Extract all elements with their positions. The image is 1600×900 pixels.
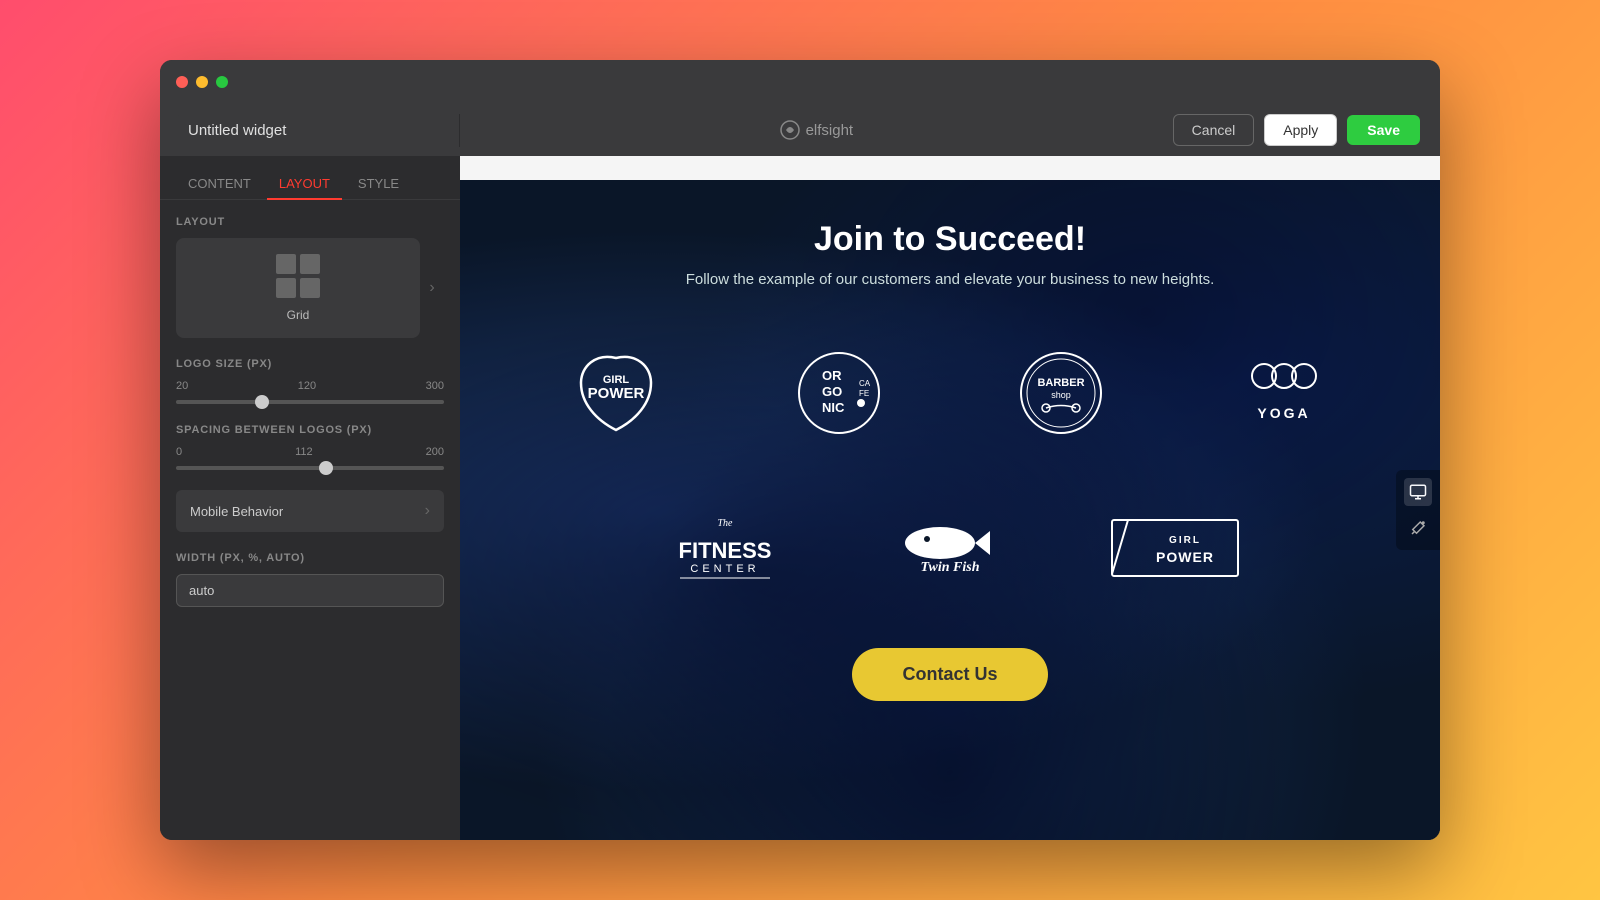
logo-size-max: 300 bbox=[426, 380, 444, 392]
width-section: WIDTH (PX, %, AUTO) auto bbox=[176, 552, 444, 607]
svg-text:FE: FE bbox=[859, 389, 869, 398]
elfsight-icon bbox=[780, 120, 800, 140]
svg-text:POWER: POWER bbox=[588, 385, 645, 402]
mobile-behavior-row[interactable]: Mobile Behavior › bbox=[176, 490, 444, 532]
main-area: CONTENT LAYOUT STYLE LAYOUT bbox=[160, 156, 1440, 840]
logo-yoga: YOGA bbox=[1188, 328, 1381, 458]
layout-section: LAYOUT Grid › bbox=[176, 216, 444, 338]
tab-style[interactable]: STYLE bbox=[346, 168, 411, 199]
spacing-section: SPACING BETWEEN LOGOS (PX) 0 112 200 bbox=[176, 424, 444, 470]
spacing-track[interactable] bbox=[176, 466, 444, 470]
elfsight-logo: elfsight bbox=[780, 120, 854, 140]
logos-row2: The FITNESS CENTER bbox=[628, 488, 1273, 608]
grid-cell bbox=[276, 254, 296, 274]
sidebar: CONTENT LAYOUT STYLE LAYOUT bbox=[160, 156, 460, 840]
apply-button[interactable]: Apply bbox=[1264, 114, 1337, 146]
svg-text:YOGA: YOGA bbox=[1257, 405, 1310, 421]
spacing-max: 200 bbox=[426, 446, 444, 458]
layout-next-arrow[interactable]: › bbox=[420, 279, 444, 297]
preview-subtitle: Follow the example of our customers and … bbox=[686, 271, 1215, 288]
svg-text:Twin Fish: Twin Fish bbox=[920, 560, 979, 575]
logo-twin-fish: Twin Fish bbox=[853, 488, 1048, 608]
layout-options-container: Grid › bbox=[176, 238, 444, 338]
barber-shop-logo-svg: BARBER shop bbox=[1016, 348, 1106, 438]
width-label: WIDTH (PX, %, AUTO) bbox=[176, 552, 444, 564]
girl-power-rect-logo-svg: GIRL POWER bbox=[1110, 518, 1240, 578]
svg-text:OR: OR bbox=[822, 368, 842, 383]
layout-section-label: LAYOUT bbox=[176, 216, 444, 228]
tab-layout[interactable]: LAYOUT bbox=[267, 168, 342, 199]
svg-text:GO: GO bbox=[822, 384, 842, 399]
minimize-button[interactable] bbox=[196, 76, 208, 88]
maximize-button[interactable] bbox=[216, 76, 228, 88]
sidebar-tabs: CONTENT LAYOUT STYLE bbox=[160, 156, 460, 200]
close-button[interactable] bbox=[176, 76, 188, 88]
tab-content[interactable]: CONTENT bbox=[176, 168, 263, 199]
width-input[interactable]: auto bbox=[176, 574, 444, 607]
mobile-behavior-arrow: › bbox=[425, 502, 430, 520]
svg-text:GIRL: GIRL bbox=[1169, 535, 1201, 546]
spacing-min: 0 bbox=[176, 446, 182, 458]
spacing-range-labels: 0 112 200 bbox=[176, 446, 444, 458]
grid-layout-label: Grid bbox=[287, 308, 310, 322]
spacing-thumb[interactable] bbox=[319, 461, 333, 475]
yoga-logo-svg: YOGA bbox=[1229, 348, 1339, 438]
logo-girl-power-rect: GIRL POWER bbox=[1078, 488, 1273, 608]
twin-fish-logo-svg: Twin Fish bbox=[885, 513, 1015, 583]
preview-area: Join to Succeed! Follow the example of o… bbox=[460, 156, 1440, 840]
svg-text:CA: CA bbox=[859, 379, 871, 388]
svg-text:CENTER: CENTER bbox=[690, 563, 759, 575]
girl-power-logo-svg: GIRL POWER bbox=[561, 348, 671, 438]
preview-title: Join to Succeed! bbox=[814, 220, 1086, 259]
svg-text:POWER: POWER bbox=[1156, 549, 1214, 565]
grid-cell bbox=[300, 254, 320, 274]
cancel-button[interactable]: Cancel bbox=[1173, 114, 1255, 146]
sidebar-content: LAYOUT Grid › bbox=[160, 200, 460, 840]
svg-text:The: The bbox=[718, 518, 734, 529]
traffic-lights bbox=[176, 76, 228, 88]
contact-button[interactable]: Contact Us bbox=[852, 648, 1047, 701]
preview-white-bar bbox=[460, 156, 1440, 180]
preview-content: Join to Succeed! Follow the example of o… bbox=[460, 180, 1440, 840]
logo-girl-power: GIRL POWER bbox=[520, 328, 713, 458]
logo-fitness-center: The FITNESS CENTER bbox=[628, 488, 823, 608]
logos-row1: GIRL POWER OR GO NIC CA bbox=[520, 328, 1380, 458]
widget-title-input[interactable]: Untitled widget bbox=[176, 114, 443, 147]
organic-cafe-logo-svg: OR GO NIC CA FE bbox=[794, 348, 884, 438]
logo-size-current: 120 bbox=[298, 380, 316, 392]
grid-cell bbox=[300, 278, 320, 298]
logo-size-section: LOGO SIZE (PX) 20 120 300 bbox=[176, 358, 444, 404]
fitness-logo-svg: The FITNESS CENTER bbox=[670, 508, 780, 588]
logo-size-label: LOGO SIZE (PX) bbox=[176, 358, 444, 370]
logo-organic-cafe: OR GO NIC CA FE bbox=[743, 328, 936, 458]
svg-text:shop: shop bbox=[1051, 390, 1071, 400]
svg-text:BARBER: BARBER bbox=[1038, 377, 1085, 389]
logo-size-track[interactable] bbox=[176, 400, 444, 404]
grid-layout-option[interactable]: Grid bbox=[176, 238, 420, 338]
logo-barber-shop: BARBER shop bbox=[965, 328, 1158, 458]
title-bar bbox=[160, 60, 1440, 104]
browser-window: Untitled widget elfsight Cancel Apply Sa… bbox=[160, 60, 1440, 840]
spacing-current: 112 bbox=[295, 446, 313, 458]
elfsight-brand-text: elfsight bbox=[806, 122, 854, 139]
mobile-behavior-label: Mobile Behavior bbox=[190, 504, 283, 519]
preview-inner: Join to Succeed! Follow the example of o… bbox=[460, 180, 1440, 741]
grid-cell bbox=[276, 278, 296, 298]
logo-size-thumb[interactable] bbox=[255, 395, 269, 409]
logo-size-min: 20 bbox=[176, 380, 188, 392]
spacing-label: SPACING BETWEEN LOGOS (PX) bbox=[176, 424, 444, 436]
svg-text:FITNESS: FITNESS bbox=[679, 538, 772, 563]
svg-text:NIC: NIC bbox=[822, 400, 845, 415]
save-button[interactable]: Save bbox=[1347, 115, 1420, 145]
grid-layout-icon bbox=[276, 254, 320, 298]
logo-size-range-labels: 20 120 300 bbox=[176, 380, 444, 392]
